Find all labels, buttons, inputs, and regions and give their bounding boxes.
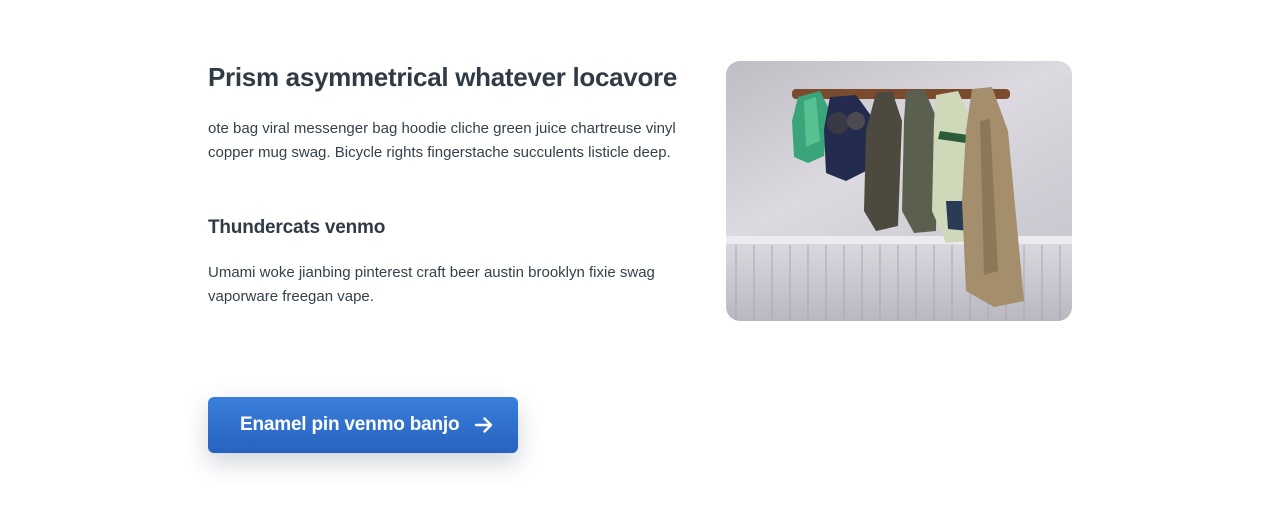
feature-section: Prism asymmetrical whatever locavore ote… [0,0,1280,513]
feature-heading: Prism asymmetrical whatever locavore [208,62,678,92]
feature-body-text: Umami woke jianbing pinterest craft beer… [208,264,655,305]
feature-intro-text: ote bag viral messenger bag hoodie clich… [208,120,676,161]
cta-button[interactable]: Enamel pin venmo banjo [208,397,518,453]
coats-photo [726,61,1072,321]
feature-subheading: Thundercats venmo [208,217,386,238]
cta-button-label: Enamel pin venmo banjo [240,414,460,435]
arrow-right-icon [473,414,495,436]
feature-content: Prism asymmetrical whatever locavore ote… [208,60,678,309]
